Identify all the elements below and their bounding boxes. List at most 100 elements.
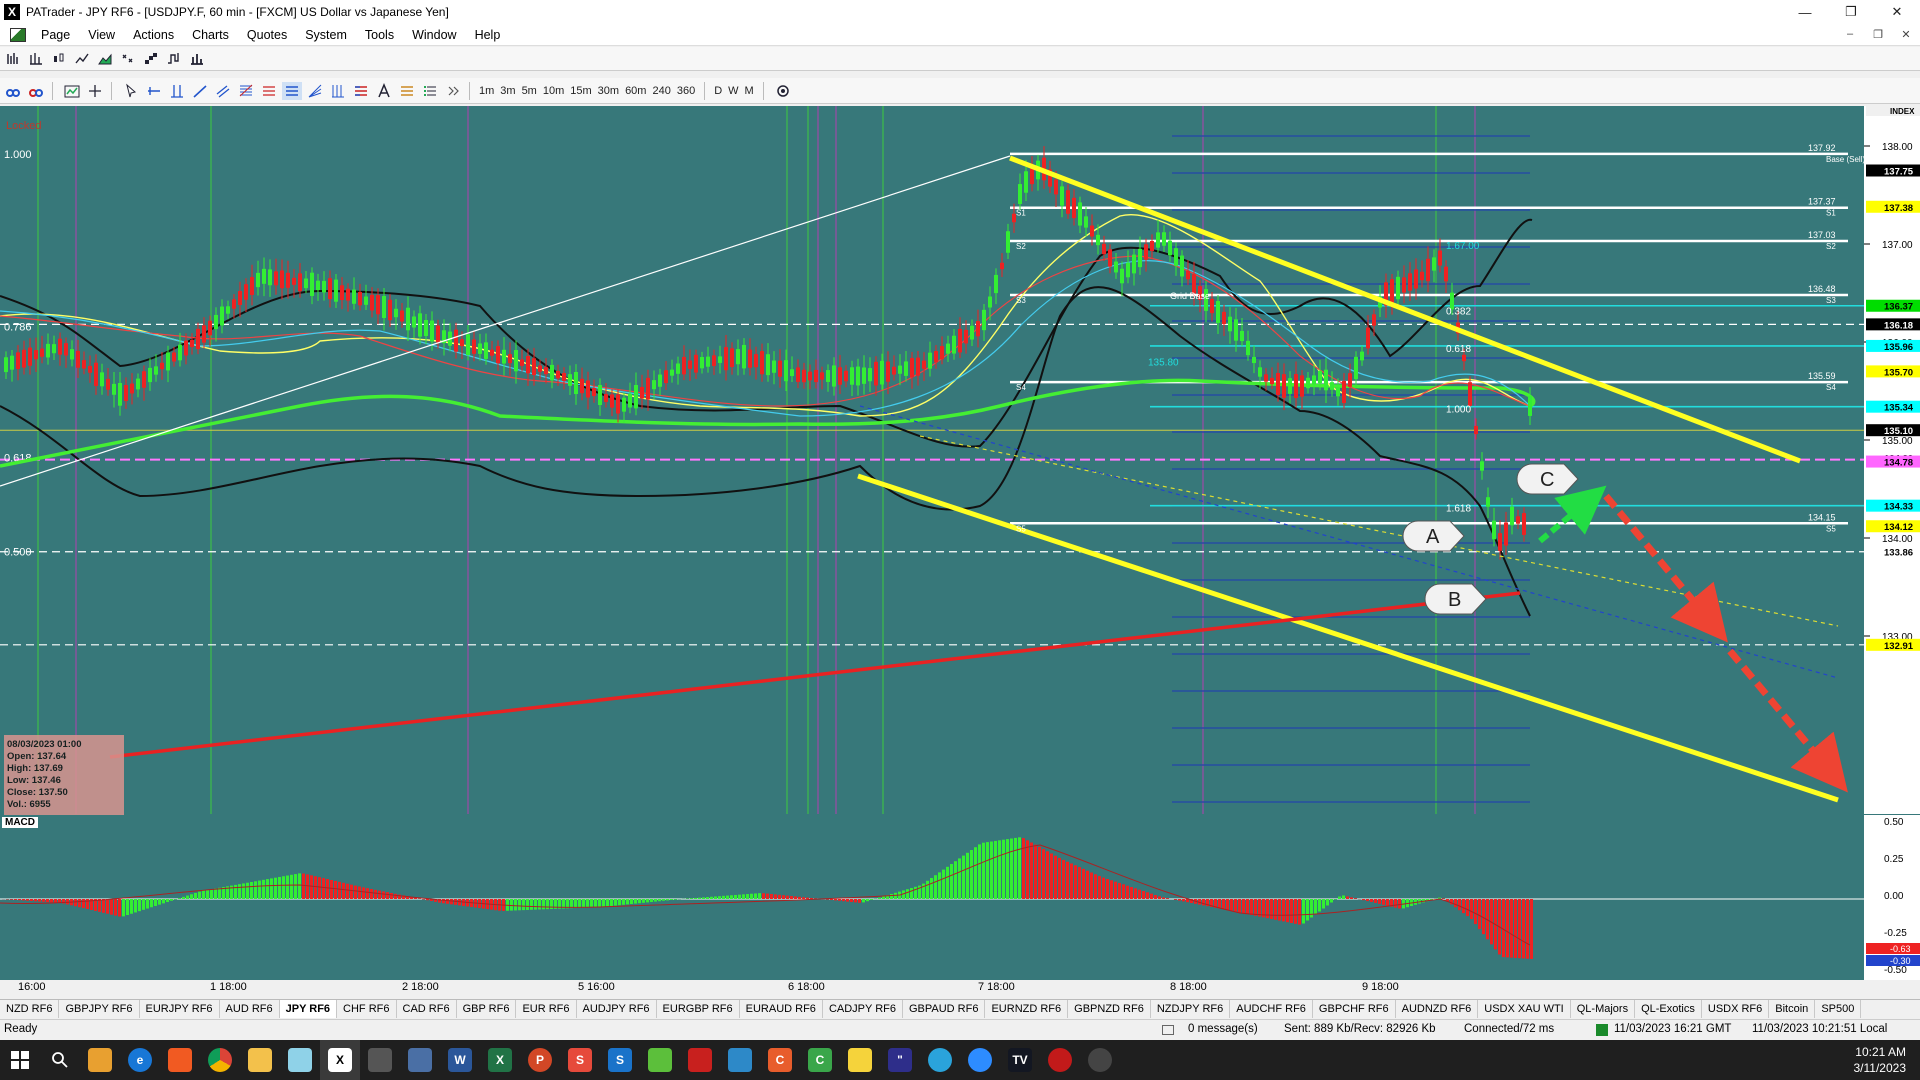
patrader-app-icon[interactable]: X bbox=[320, 1040, 360, 1080]
timeframe-360-button[interactable]: 360 bbox=[674, 85, 698, 97]
timeframe-1m-button[interactable]: 1m bbox=[476, 85, 497, 97]
target-icon[interactable] bbox=[773, 82, 793, 100]
symbol-tab[interactable]: USDX XAU WTI bbox=[1478, 1000, 1571, 1018]
camtasia-app-icon[interactable]: C bbox=[760, 1040, 800, 1080]
menu-window[interactable]: Window bbox=[403, 28, 465, 42]
price-chart[interactable]: 1.000 0.786 0.618 0.500 A B C 137.92 Base (Sell… bbox=[0, 106, 1920, 820]
symbol-tab[interactable]: AUDNZD RF6 bbox=[1396, 1000, 1479, 1018]
timeframe-weekly-button[interactable]: W bbox=[725, 85, 741, 97]
vertical-line-icon[interactable] bbox=[167, 82, 187, 100]
obs-app-icon[interactable] bbox=[1080, 1040, 1120, 1080]
renko-chart-icon[interactable] bbox=[141, 50, 161, 68]
area-chart-icon[interactable] bbox=[95, 50, 115, 68]
fib-retracement-icon[interactable] bbox=[236, 82, 256, 100]
symbol-tab[interactable]: EURNZD RF6 bbox=[985, 1000, 1069, 1018]
menu-quotes[interactable]: Quotes bbox=[238, 28, 296, 42]
camtasia-green-app-icon[interactable]: C bbox=[800, 1040, 840, 1080]
symbol-tab[interactable]: Bitcoin bbox=[1769, 1000, 1816, 1018]
symbol-tab[interactable]: CHF RF6 bbox=[337, 1000, 397, 1018]
snagit-app-icon[interactable]: S bbox=[560, 1040, 600, 1080]
symbol-tab[interactable]: AUDCHF RF6 bbox=[1230, 1000, 1313, 1018]
symbol-tab[interactable]: SP500 bbox=[1815, 1000, 1862, 1018]
symbol-tab[interactable]: NZD RF6 bbox=[0, 1000, 60, 1018]
text-tool-icon[interactable] bbox=[374, 82, 394, 100]
symbol-tab[interactable]: EURGBP RF6 bbox=[657, 1000, 740, 1018]
link-blue-icon[interactable] bbox=[3, 82, 23, 100]
mdi-restore-button[interactable]: ❐ bbox=[1864, 28, 1892, 41]
chart-menu-icon[interactable] bbox=[10, 27, 26, 42]
kagi-chart-icon[interactable] bbox=[164, 50, 184, 68]
bird-app-icon[interactable] bbox=[680, 1040, 720, 1080]
mdi-minimize-button[interactable]: – bbox=[1836, 28, 1864, 41]
zoom-app-icon[interactable] bbox=[960, 1040, 1000, 1080]
symbol-tab[interactable]: EUR RF6 bbox=[516, 1000, 577, 1018]
timeframe-15m-button[interactable]: 15m bbox=[567, 85, 594, 97]
timeframe-30m-button[interactable]: 30m bbox=[595, 85, 622, 97]
fib-extension-icon[interactable] bbox=[259, 82, 279, 100]
file-explorer-icon[interactable] bbox=[240, 1040, 280, 1080]
printer-app-icon[interactable] bbox=[360, 1040, 400, 1080]
gann-grid-icon[interactable] bbox=[328, 82, 348, 100]
timeframe-240-button[interactable]: 240 bbox=[649, 85, 673, 97]
word-app-icon[interactable]: W bbox=[440, 1040, 480, 1080]
menu-actions[interactable]: Actions bbox=[124, 28, 183, 42]
mdi-close-button[interactable]: ✕ bbox=[1892, 28, 1920, 41]
chart-canvas[interactable]: 1.000 0.786 0.618 0.500 A B C 137.92 Base (Sell… bbox=[0, 106, 1920, 820]
pitchfork-icon[interactable] bbox=[351, 82, 371, 100]
horizontal-line-icon[interactable] bbox=[144, 82, 164, 100]
growth-app-icon[interactable] bbox=[640, 1040, 680, 1080]
skype-app-icon[interactable]: S bbox=[600, 1040, 640, 1080]
symbol-tab[interactable]: QL-Majors bbox=[1571, 1000, 1636, 1018]
windows-start-icon[interactable] bbox=[0, 1040, 40, 1080]
crosshair-icon[interactable] bbox=[85, 82, 105, 100]
brave-browser-icon[interactable] bbox=[160, 1040, 200, 1080]
close-button[interactable]: ✕ bbox=[1874, 0, 1920, 24]
menu-system[interactable]: System bbox=[296, 28, 356, 42]
fib-fan-icon[interactable] bbox=[305, 82, 325, 100]
timeframe-daily-button[interactable]: D bbox=[711, 85, 725, 97]
symbol-tab[interactable]: GBPCHF RF6 bbox=[1313, 1000, 1396, 1018]
menu-charts[interactable]: Charts bbox=[183, 28, 238, 42]
line-chart-icon[interactable] bbox=[72, 50, 92, 68]
pointer-icon[interactable] bbox=[121, 82, 141, 100]
powerpoint-app-icon[interactable]: P bbox=[520, 1040, 560, 1080]
symbol-tab[interactable]: USDX RF6 bbox=[1702, 1000, 1770, 1018]
callout-b[interactable]: B bbox=[1424, 583, 1487, 615]
candle-chart-icon[interactable] bbox=[49, 50, 69, 68]
bar-chart-icon[interactable] bbox=[3, 50, 23, 68]
menu-page[interactable]: Page bbox=[32, 28, 79, 42]
menu-view[interactable]: View bbox=[79, 28, 124, 42]
symbol-tab[interactable]: CADJPY RF6 bbox=[823, 1000, 903, 1018]
histogram-chart-icon[interactable] bbox=[187, 50, 207, 68]
notes-app-icon[interactable] bbox=[280, 1040, 320, 1080]
timeframe-60m-button[interactable]: 60m bbox=[622, 85, 649, 97]
point-figure-icon[interactable] bbox=[118, 50, 138, 68]
menu-tools[interactable]: Tools bbox=[356, 28, 403, 42]
indicator-icon[interactable] bbox=[62, 82, 82, 100]
macd-panel[interactable]: 0.50 0.25 0.00 -0.25 -0.50 -0.63 -0.30 MACD bbox=[0, 815, 1920, 980]
quotes-app-icon[interactable]: " bbox=[880, 1040, 920, 1080]
symbol-tab[interactable]: NZDJPY RF6 bbox=[1151, 1000, 1231, 1018]
search-icon[interactable] bbox=[40, 1040, 80, 1080]
tradingview-app-icon[interactable]: TV bbox=[1000, 1040, 1040, 1080]
chrome-browser-icon[interactable] bbox=[200, 1040, 240, 1080]
symbol-tab[interactable]: GBP RF6 bbox=[457, 1000, 517, 1018]
menu-help[interactable]: Help bbox=[466, 28, 510, 42]
screen-app-icon[interactable] bbox=[720, 1040, 760, 1080]
symbol-tab[interactable]: EURJPY RF6 bbox=[140, 1000, 220, 1018]
trend-line-icon[interactable] bbox=[190, 82, 210, 100]
timeframe-5m-button[interactable]: 5m bbox=[519, 85, 540, 97]
link-red-icon[interactable] bbox=[26, 82, 46, 100]
minimize-button[interactable]: — bbox=[1782, 0, 1828, 24]
sticky-notes-app-icon[interactable] bbox=[840, 1040, 880, 1080]
channel-icon[interactable] bbox=[213, 82, 233, 100]
more-tools-icon[interactable] bbox=[443, 82, 463, 100]
edge-browser-icon[interactable]: e bbox=[120, 1040, 160, 1080]
macd-canvas[interactable]: 0.50 0.25 0.00 -0.25 -0.50 -0.63 -0.30 bbox=[0, 815, 1920, 980]
status-messages[interactable]: 0 message(s) bbox=[1188, 1023, 1258, 1035]
telegram-app-icon[interactable] bbox=[920, 1040, 960, 1080]
symbol-tab[interactable]: CAD RF6 bbox=[397, 1000, 457, 1018]
symbol-tab[interactable]: AUDJPY RF6 bbox=[577, 1000, 657, 1018]
symbol-tab[interactable]: QL-Exotics bbox=[1635, 1000, 1702, 1018]
level-list-icon[interactable] bbox=[420, 82, 440, 100]
